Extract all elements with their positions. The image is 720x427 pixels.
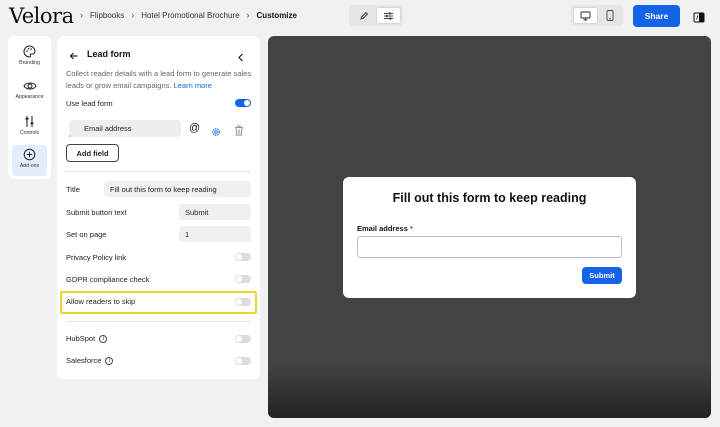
modal-title: Fill out this form to keep reading (392, 191, 587, 205)
description-text: Collect reader details with a lead form … (66, 69, 252, 90)
rail-label: Add-ons (19, 163, 40, 169)
trash-icon (235, 125, 243, 136)
rail-label: Branding (19, 60, 40, 66)
modal-email-input[interactable] (357, 236, 622, 258)
rail-item-appearance[interactable]: Appearance (12, 77, 47, 108)
field-label: Email address (84, 124, 132, 133)
pencil-icon (359, 11, 368, 20)
field-chip-email[interactable]: Email address (69, 120, 181, 137)
field-settings-button[interactable] (211, 124, 221, 142)
learn-more-link[interactable]: Learn more (174, 81, 212, 90)
logo[interactable]: Velora (9, 3, 74, 29)
preview-fade (268, 363, 711, 418)
submit-text-input[interactable]: Submit (179, 204, 251, 220)
use-lead-form-toggle[interactable] (235, 99, 251, 107)
breadcrumb-current: Customize (256, 10, 297, 20)
set-on-page-input[interactable]: 1 (179, 226, 251, 242)
chevron-left-icon (238, 53, 243, 62)
salesforce-label: Salesforce i (66, 356, 114, 366)
privacy-policy-toggle[interactable] (235, 253, 251, 261)
gdpr-toggle[interactable] (235, 275, 251, 283)
delete-field-button[interactable] (234, 123, 244, 141)
breadcrumb-item-flipbooks[interactable]: Flipbooks (90, 11, 124, 20)
top-bar: Velora › Flipbooks › Hotel Promotional B… (0, 0, 720, 34)
back-button[interactable] (69, 48, 79, 66)
lead-form-panel: Lead form Collect reader details with a … (57, 36, 260, 379)
breadcrumb: › Flipbooks › Hotel Promotional Brochure… (73, 10, 297, 20)
allow-skip-label: Allow readers to skip (66, 297, 136, 306)
rail-label: Controls (19, 130, 40, 136)
modal-email-label: Email address * (357, 224, 413, 233)
allow-skip-toggle[interactable] (235, 298, 251, 306)
rail-label: Appearance (15, 94, 44, 100)
eye-icon (22, 82, 37, 90)
edit-mode-button[interactable] (351, 7, 376, 24)
rail-item-controls[interactable]: Controls (12, 112, 47, 143)
flipbook-preview: Fill out this form to keep reading Email… (268, 36, 711, 418)
panel-description: Collect reader details with a lead form … (66, 68, 256, 91)
sidebar-rail: Branding Appearance Controls Add-ons (8, 36, 51, 179)
title-setting-label: Title (66, 185, 80, 194)
lead-form-modal: Fill out this form to keep reading Email… (343, 177, 636, 298)
desktop-view-button[interactable] (573, 7, 598, 24)
panel-title: Lead form (87, 49, 131, 59)
contrast-toggle[interactable] (693, 10, 705, 28)
plus-circle-icon (23, 148, 36, 161)
collapse-panel-button[interactable] (237, 49, 245, 67)
gdpr-label: GDPR compliance check (66, 275, 150, 284)
sliders-vertical-icon (25, 116, 34, 127)
mode-toggle-group (349, 5, 403, 26)
device-toggle-group (571, 5, 623, 26)
add-field-button[interactable]: Add field (66, 144, 119, 162)
hubspot-label: HubSpot i (66, 334, 108, 344)
use-lead-form-label: Use lead form (66, 99, 113, 108)
hubspot-toggle[interactable] (235, 335, 251, 343)
chevron-right-icon: › (246, 10, 250, 20)
info-icon[interactable]: i (105, 357, 114, 366)
arrow-left-icon (69, 52, 78, 60)
divider (66, 171, 251, 172)
chevron-right-icon: › (131, 10, 135, 20)
rail-item-branding[interactable]: Branding (12, 42, 47, 73)
privacy-policy-label: Privacy Policy link (66, 253, 127, 262)
modal-submit-button[interactable]: Submit (582, 267, 622, 284)
at-sign-icon[interactable]: @ (189, 122, 200, 134)
divider (66, 321, 251, 322)
desktop-icon (580, 11, 591, 20)
breadcrumb-item-document[interactable]: Hotel Promotional Brochure (141, 11, 239, 20)
mobile-icon (606, 10, 613, 21)
set-on-page-label: Set on page (66, 230, 107, 239)
contrast-icon (693, 12, 705, 23)
salesforce-toggle[interactable] (235, 357, 251, 365)
sliders-icon (384, 11, 393, 20)
mobile-view-button[interactable] (597, 7, 622, 24)
chevron-right-icon: › (80, 10, 83, 20)
title-input[interactable]: Fill out this form to keep reading (104, 181, 251, 197)
gear-icon (212, 128, 220, 136)
share-button[interactable]: Share (633, 5, 680, 27)
settings-mode-button[interactable] (376, 7, 401, 24)
submit-text-label: Submit button text (66, 208, 127, 217)
rail-item-addons[interactable]: Add-ons (12, 145, 47, 176)
palette-icon (23, 45, 36, 58)
info-icon[interactable]: i (99, 335, 108, 344)
panel-header: Lead form (57, 46, 260, 62)
